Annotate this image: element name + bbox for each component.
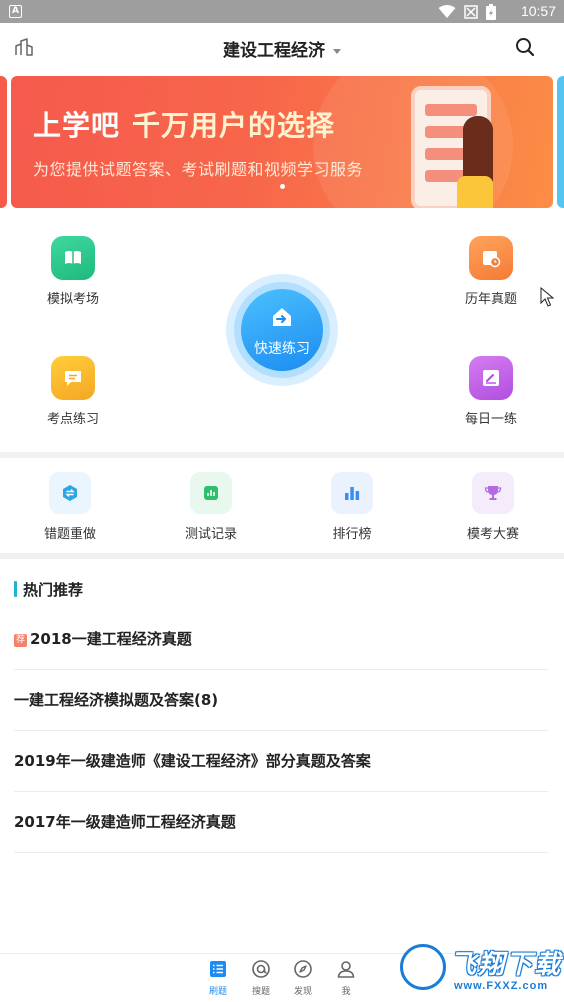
wifi-icon bbox=[438, 5, 456, 18]
battery-icon bbox=[486, 4, 496, 20]
book-icon bbox=[51, 236, 95, 280]
person-illustration-body bbox=[457, 176, 493, 208]
recommend-badge: 荐 bbox=[14, 634, 27, 647]
carousel-indicator bbox=[280, 184, 285, 189]
notification-a-icon: A bbox=[9, 5, 22, 18]
key-points-label: 考点练习 bbox=[46, 412, 99, 427]
status-icons bbox=[438, 4, 496, 20]
report-icon bbox=[190, 472, 232, 514]
list-item-title: 2018一建工程经济真题 bbox=[30, 630, 192, 648]
calendar-clock-icon bbox=[469, 236, 513, 280]
banner-prev-peek bbox=[0, 76, 7, 208]
nav-practice[interactable]: 刷题 bbox=[196, 958, 240, 997]
past-exams-button[interactable]: 历年真题 bbox=[441, 236, 541, 307]
app-bar: 建设工程经济 bbox=[0, 23, 564, 71]
nav-discover-label: 发现 bbox=[293, 987, 312, 997]
nav-practice-label: 刷题 bbox=[208, 987, 227, 997]
ranking-label: 排行榜 bbox=[332, 527, 372, 542]
mouse-cursor-icon bbox=[540, 287, 554, 307]
list-item-title: 一建工程经济模拟题及答案(8) bbox=[14, 691, 219, 709]
search-icon[interactable] bbox=[514, 36, 536, 58]
past-exams-label: 历年真题 bbox=[464, 292, 517, 307]
quick-practice-button[interactable]: 快速练习 bbox=[241, 289, 323, 371]
banner-brand: 上学吧 bbox=[33, 109, 121, 142]
message-icon bbox=[51, 356, 95, 400]
test-records-button[interactable]: 测试记录 bbox=[161, 472, 261, 542]
status-bar: A 10:57 bbox=[0, 0, 564, 23]
site-watermark: 飞翔下载 www.FXXZ.com bbox=[398, 942, 564, 1002]
main-feature-grid: 模拟考场 历年真题 快速练习 考点练习 每日一练 bbox=[0, 218, 564, 454]
section-divider bbox=[0, 553, 564, 559]
watermark-name: 飞翔下载 bbox=[450, 950, 563, 980]
quick-practice-ring: 快速练习 bbox=[234, 282, 330, 378]
list-item[interactable]: 2017年一级建造师工程经济真题 bbox=[14, 792, 548, 853]
banner-slide[interactable]: 上学吧 千万用户的选择 为您提供试题答案、考试刷题和视频学习服务 bbox=[11, 76, 553, 208]
swap-icon bbox=[49, 472, 91, 514]
list-item[interactable]: 2019年一级建造师《建设工程经济》部分真题及答案 bbox=[14, 731, 548, 792]
mock-exam-label: 模拟考场 bbox=[46, 292, 99, 307]
banner-carousel[interactable]: 上学吧 千万用户的选择 为您提供试题答案、考试刷题和视频学习服务 bbox=[0, 76, 564, 208]
section-title: 热门推荐 bbox=[14, 579, 83, 600]
list-item-title: 2017年一级建造师工程经济真题 bbox=[14, 813, 236, 831]
signal-off-icon bbox=[464, 5, 478, 19]
clock: 10:57 bbox=[520, 3, 556, 19]
nav-discover[interactable]: 发现 bbox=[281, 958, 325, 997]
quick-practice-label: 快速练习 bbox=[254, 341, 310, 357]
redo-wrong-label: 错题重做 bbox=[43, 527, 96, 542]
caret-down-icon bbox=[333, 48, 341, 54]
nav-me[interactable]: 我 bbox=[324, 958, 368, 997]
banner-slogan: 千万用户的选择 bbox=[132, 109, 336, 142]
list-item[interactable]: 荐 2018一建工程经济真题 bbox=[14, 609, 548, 670]
edit-icon bbox=[469, 356, 513, 400]
tools-row: 错题重做 测试记录 排行榜 模考大赛 bbox=[0, 458, 564, 554]
home-arrow-icon bbox=[273, 308, 291, 326]
user-icon bbox=[337, 961, 355, 978]
nav-search[interactable]: 搜题 bbox=[239, 958, 283, 997]
nav-me-label: 我 bbox=[341, 987, 351, 997]
page-title: 建设工程经济 bbox=[223, 41, 325, 61]
bar-chart-icon bbox=[331, 472, 373, 514]
redo-wrong-button[interactable]: 错题重做 bbox=[20, 472, 120, 542]
list-icon bbox=[210, 961, 226, 977]
mock-contest-button[interactable]: 模考大赛 bbox=[443, 472, 543, 542]
mock-contest-label: 模考大赛 bbox=[466, 527, 519, 542]
key-points-button[interactable]: 考点练习 bbox=[23, 356, 123, 427]
list-item[interactable]: 一建工程经济模拟题及答案(8) bbox=[14, 670, 548, 731]
compass-icon bbox=[294, 960, 312, 978]
list-item-title: 2019年一级建造师《建设工程经济》部分真题及答案 bbox=[14, 752, 371, 770]
subject-selector[interactable]: 建设工程经济 bbox=[0, 36, 564, 61]
nav-search-label: 搜题 bbox=[251, 987, 270, 997]
watermark-url: www.FXXZ.com bbox=[454, 980, 549, 992]
quick-practice-halo: 快速练习 bbox=[226, 274, 338, 386]
banner-subtitle: 为您提供试题答案、考试刷题和视频学习服务 bbox=[33, 160, 364, 179]
trophy-icon bbox=[472, 472, 514, 514]
daily-practice-label: 每日一练 bbox=[464, 412, 517, 427]
at-search-icon bbox=[252, 960, 270, 978]
ranking-button[interactable]: 排行榜 bbox=[302, 472, 402, 542]
watermark-logo-icon bbox=[400, 944, 446, 990]
daily-practice-button[interactable]: 每日一练 bbox=[441, 356, 541, 427]
test-records-label: 测试记录 bbox=[184, 527, 237, 542]
mock-exam-button[interactable]: 模拟考场 bbox=[23, 236, 123, 307]
banner-headline: 上学吧 千万用户的选择 bbox=[33, 104, 335, 144]
banner-next-peek bbox=[557, 76, 564, 208]
